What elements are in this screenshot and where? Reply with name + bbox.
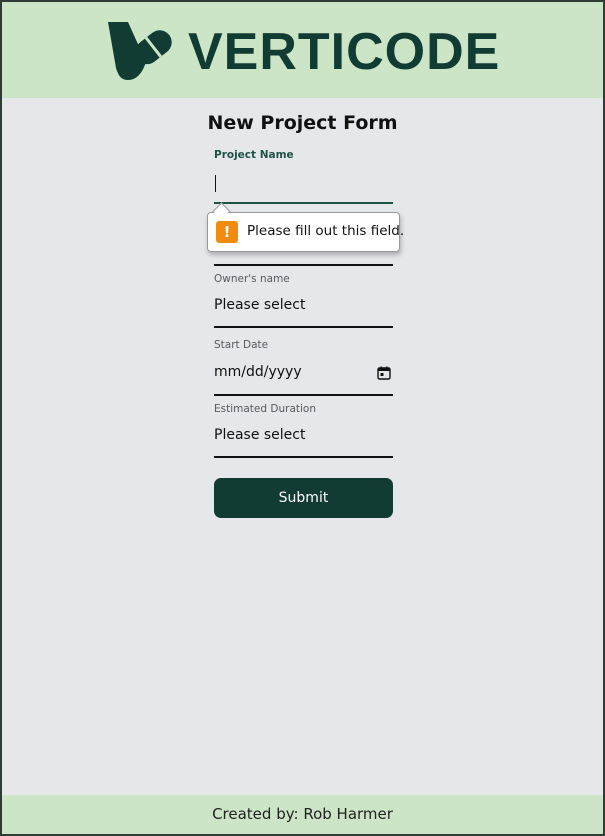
brand-name: VERTICODE [188, 23, 501, 81]
estimated-duration-underline [214, 456, 393, 458]
owner-name-label: Owner's name [214, 273, 290, 285]
verticode-logo-icon [108, 22, 172, 80]
owner-name-underline [214, 326, 393, 328]
estimated-duration-select[interactable]: Please select [214, 427, 305, 443]
calendar-icon[interactable] [377, 366, 391, 380]
header-bar: VERTICODE [2, 2, 603, 98]
project-name-label: Project Name [214, 149, 294, 161]
form-title: New Project Form [207, 112, 398, 134]
text-caret [215, 175, 216, 192]
hidden-field-underline [214, 264, 393, 266]
start-date-input[interactable]: mm/dd/yyyy [214, 364, 302, 380]
validation-message: Please fill out this field. [247, 223, 405, 239]
footer-credit: Created by: Rob Harmer [212, 805, 393, 823]
app-window: VERTICODE New Project Form Project Name … [0, 0, 605, 836]
start-date-label: Start Date [214, 339, 269, 351]
submit-button[interactable]: Submit [214, 478, 393, 518]
estimated-duration-label: Estimated Duration [214, 403, 316, 415]
owner-name-select[interactable]: Please select [214, 297, 305, 313]
warning-icon: ! [216, 221, 238, 243]
project-name-input[interactable] [214, 166, 393, 204]
validation-tooltip: ! Please fill out this field. [207, 212, 404, 252]
start-date-underline [214, 394, 393, 396]
footer-bar: Created by: Rob Harmer [2, 795, 603, 834]
